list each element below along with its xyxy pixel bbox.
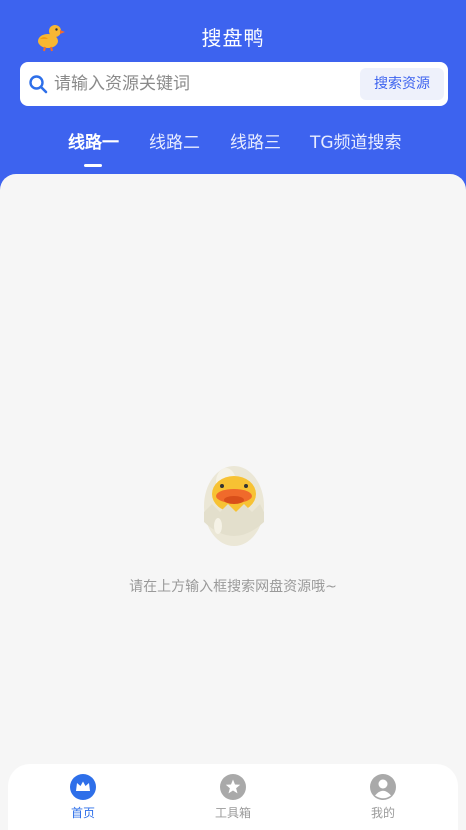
route-tabs: 线路一 线路二 线路三 TG频道搜索 [0, 128, 466, 168]
empty-state-text: 请在上方输入框搜索网盘资源哦~ [129, 579, 337, 595]
header-bar: 搜盘鸭 搜索资源 线路一 线路二 线路三 TG频道搜索 [0, 0, 466, 200]
tab-route-1[interactable]: 线路一 [68, 128, 119, 153]
bottom-nav: 首页 工具箱 我的 [8, 764, 458, 830]
search-input[interactable] [54, 68, 344, 100]
nav-toolbox[interactable]: 工具箱 [193, 774, 273, 821]
crown-icon [70, 774, 96, 800]
star-icon [220, 774, 246, 800]
user-icon [370, 774, 396, 800]
tab-tg-channel-search[interactable]: TG频道搜索 [310, 128, 402, 153]
nav-toolbox-label: 工具箱 [214, 806, 251, 820]
tab-route-2[interactable]: 线路二 [149, 128, 200, 153]
search-box[interactable]: 搜索资源 [20, 62, 448, 106]
app-title: 搜盘鸭 [201, 26, 265, 50]
nav-home-label: 首页 [70, 806, 95, 820]
duck-in-egg-icon [204, 466, 264, 546]
nav-home[interactable]: 首页 [43, 774, 123, 821]
active-tab-indicator [84, 164, 102, 167]
tab-route-3[interactable]: 线路三 [230, 128, 281, 153]
nav-profile[interactable]: 我的 [343, 774, 423, 821]
search-button[interactable]: 搜索资源 [360, 68, 444, 100]
nav-profile-label: 我的 [370, 806, 395, 820]
search-icon [29, 75, 48, 94]
